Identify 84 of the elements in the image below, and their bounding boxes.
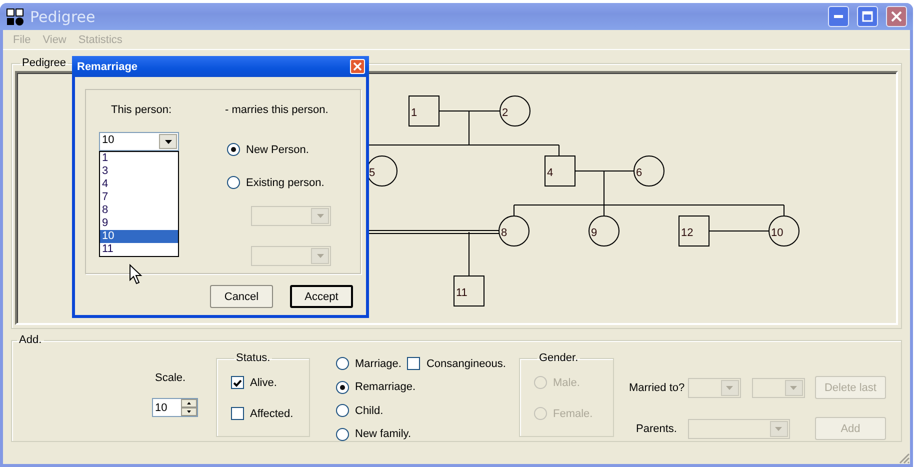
circle-symbol[interactable] — [588, 216, 620, 246]
radio-button[interactable] — [336, 380, 349, 394]
this-person-label: This person: — [111, 104, 173, 118]
caret-icon — [316, 254, 324, 258]
caret-icon — [790, 386, 798, 390]
caret-icon — [726, 386, 734, 390]
person-number: 11 — [456, 287, 468, 299]
circle-symbol[interactable] — [634, 156, 664, 186]
person-number: 2 — [502, 107, 508, 119]
spin-arrows-icon — [181, 399, 197, 416]
list-item[interactable]: 8 — [100, 204, 178, 217]
list-item[interactable]: 1 — [100, 152, 178, 165]
square-symbol[interactable] — [408, 96, 440, 126]
dialog-title: Remarriage — [77, 60, 139, 72]
close-icon — [353, 62, 362, 71]
checkbox[interactable] — [231, 407, 244, 420]
square-symbol[interactable] — [544, 156, 576, 186]
person-number: 9 — [591, 227, 598, 239]
connector-line — [708, 230, 770, 232]
list-item[interactable]: 3 — [100, 165, 178, 178]
radio-label: Existing person. — [246, 176, 324, 188]
app-icon — [6, 8, 24, 26]
radio-label: Remarriage. — [355, 381, 416, 394]
caret-icon — [316, 214, 324, 218]
person-number: 1 — [411, 107, 418, 119]
person-combo[interactable]: 10 — [99, 132, 179, 151]
square-symbol[interactable] — [454, 276, 484, 306]
radio-button[interactable] — [227, 143, 240, 156]
radio-label: Marriage. — [355, 358, 402, 370]
radio-button[interactable] — [227, 176, 240, 189]
circle-symbol[interactable] — [500, 96, 530, 126]
radio-label: Male. — [552, 376, 580, 388]
checkbox-label: Affected. — [250, 408, 294, 420]
person-number: 12 — [681, 227, 694, 239]
dialog-button[interactable]: Accept — [290, 285, 353, 308]
married-to-label: Married to? — [628, 382, 686, 394]
checkbox-label: Consangineous. — [426, 358, 506, 370]
radio-label: New Person. — [246, 144, 309, 156]
checkbox-label: Alive. — [250, 376, 277, 388]
group-label: Add. — [18, 334, 43, 346]
dialog-button[interactable]: Cancel — [210, 285, 273, 308]
scale-spinner[interactable]: 10 — [152, 398, 198, 417]
group-label: Gender. — [538, 352, 580, 364]
maximize-button[interactable] — [857, 6, 878, 27]
combo-value: 10 — [102, 134, 114, 148]
maximize-icon — [862, 11, 873, 22]
checkbox[interactable] — [231, 376, 244, 389]
person-number: 4 — [547, 167, 554, 179]
connector-line — [468, 232, 470, 276]
caret-icon — [164, 140, 172, 144]
close-button[interactable] — [886, 6, 907, 27]
person-number: 6 — [636, 167, 642, 179]
radio-button[interactable] — [336, 404, 349, 418]
square-symbol[interactable] — [678, 216, 710, 246]
marries-label: - marries this person. — [225, 104, 330, 118]
radio-button[interactable] — [336, 357, 349, 370]
resize-grip-icon — [898, 452, 910, 464]
mouse-cursor-icon — [129, 264, 143, 285]
list-item[interactable]: 4 — [100, 178, 178, 191]
check-icon — [233, 378, 242, 386]
radio-label: Child. — [355, 404, 384, 417]
group-label: Pedigree — [21, 57, 68, 69]
scale-label: Scale. — [155, 372, 186, 384]
minimize-button[interactable] — [828, 6, 849, 27]
close-icon — [891, 11, 902, 22]
caret-icon — [775, 426, 782, 430]
circle-symbol[interactable] — [498, 216, 530, 246]
spinner-value: 10 — [155, 402, 168, 414]
list-item[interactable]: 9 — [100, 217, 178, 230]
person-number: 8 — [501, 227, 508, 239]
parents-label: Parents. — [636, 422, 678, 434]
person-number: 5 — [369, 167, 376, 179]
person-number: 10 — [771, 227, 784, 239]
minimize-icon — [834, 15, 843, 18]
radio-label: Female. — [552, 408, 593, 420]
list-item[interactable]: 11 — [100, 243, 178, 256]
checkbox[interactable] — [407, 357, 420, 370]
radio-button[interactable] — [336, 428, 349, 441]
circle-symbol[interactable] — [768, 216, 800, 246]
window-title: Pedigree — [30, 8, 96, 26]
list-item[interactable]: 7 — [100, 191, 178, 204]
radio-label: New family. — [355, 428, 412, 440]
group-label: Status. — [235, 352, 272, 364]
list-item[interactable]: 10 — [100, 230, 178, 243]
